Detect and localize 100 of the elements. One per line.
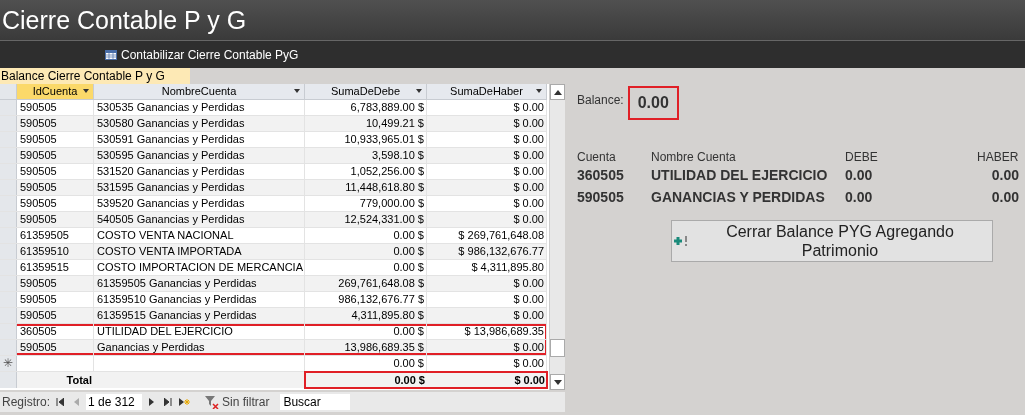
search-field[interactable]: Buscar	[280, 394, 351, 410]
add-icon	[674, 236, 688, 246]
last-record-icon[interactable]	[162, 395, 175, 409]
table-cell: 590505	[17, 276, 94, 291]
table-row[interactable]: 590505 531595 Ganancias y Perdidas 11,448,618.80 $ $ 0.00	[0, 180, 547, 196]
row-selector[interactable]	[0, 116, 17, 131]
table-cell: 0.00 $	[305, 244, 427, 259]
row-selector[interactable]	[0, 324, 17, 339]
table-cell: $ 0.00	[427, 356, 547, 371]
row-selector[interactable]	[0, 180, 17, 195]
select-all-corner[interactable]	[0, 84, 17, 99]
row-selector[interactable]	[0, 228, 17, 243]
table-cell: 590505	[17, 292, 94, 307]
table-cell: 0.00 $	[305, 356, 427, 371]
table-row[interactable]: 360505 UTILIDAD DEL EJERCICIO 0.00 $ $ 13,986,689.35	[0, 324, 547, 340]
record-label: Registro:	[2, 394, 51, 411]
balance-label: Balance:	[577, 92, 624, 109]
row-selector[interactable]	[0, 372, 17, 388]
table-cell: $ 0.00	[427, 292, 547, 307]
scroll-thumb[interactable]	[550, 339, 565, 357]
row-selector[interactable]	[0, 260, 17, 275]
table-cell: $ 0.00	[427, 148, 547, 163]
window-title: Cierre Contable P y G	[1, 7, 247, 33]
table-cell: $ 0.00	[427, 308, 547, 323]
row-selector[interactable]	[0, 308, 17, 323]
column-header[interactable]: IdCuenta	[17, 84, 94, 99]
table-row[interactable]: 590505 530591 Ganancias y Perdidas 10,933,965.01 $ $ 0.00	[0, 132, 547, 148]
table-cell: 3,598.10 $	[305, 148, 427, 163]
table-cell: 4,311,895.80 $	[305, 308, 427, 323]
close-balance-button[interactable]: Cerrar Balance PYG Agregando Patrimonio	[671, 220, 993, 262]
scroll-up-icon[interactable]	[550, 84, 565, 100]
table-cell: 61359505	[17, 228, 94, 243]
table-cell: 61359515 Ganancias y Perdidas	[94, 308, 305, 323]
table-cell: 0.00 $	[305, 260, 427, 275]
table-row[interactable]: 590505 61359510 Ganancias y Perdidas 986,132,676.77 $ $ 0.00	[0, 292, 547, 308]
table-cell: 530580 Ganancias y Perdidas	[94, 116, 305, 131]
contabilizar-button[interactable]: Contabilizar Cierre Contable PyG	[105, 45, 299, 64]
table-cell: $ 0.00	[427, 180, 547, 195]
table-row[interactable]: 590505 540505 Ganancias y Perdidas 12,524,331.00 $ $ 0.00	[0, 212, 547, 228]
new-record-row[interactable]: ✳ 0.00 $ $ 0.00	[0, 356, 547, 372]
table-row[interactable]: 61359510 COSTO VENTA IMPORTADA 0.00 $ $ 986,132,676.77	[0, 244, 547, 260]
table-cell: $ 986,132,676.77	[427, 244, 547, 259]
table-cell: 1,052,256.00 $	[305, 164, 427, 179]
table-cell: 539520 Ganancias y Perdidas	[94, 196, 305, 211]
total-haber: $ 0.00	[513, 373, 546, 388]
filter-button[interactable]: Sin filtrar	[202, 393, 273, 411]
record-position-field[interactable]: 1 de 312	[86, 394, 143, 410]
row-selector[interactable]	[0, 276, 17, 291]
table-cell: UTILIDAD DEL EJERCICIO	[94, 324, 305, 339]
table-row[interactable]: 61359515 COSTO IMPORTACION DE MERCANCIA 0.00 $ $ 4,311,895.80	[0, 260, 547, 276]
table-row[interactable]: 590505 539520 Ganancias y Perdidas 779,000.00 $ $ 0.00	[0, 196, 547, 212]
table-cell: $ 0.00	[427, 164, 547, 179]
scroll-down-icon[interactable]	[550, 374, 565, 390]
summary-cell-text: 590505	[577, 187, 625, 207]
column-header[interactable]: NombreCuenta	[94, 84, 305, 99]
table-row[interactable]: 590505 Ganancias y Perdidas 13,986,689.35 $ $ 0.00	[0, 340, 547, 356]
row-selector[interactable]	[0, 212, 17, 227]
row-selector[interactable]	[0, 292, 17, 307]
table-row[interactable]: 590505 61359505 Ganancias y Perdidas 269,761,648.08 $ $ 0.00	[0, 276, 547, 292]
table-cell: 590505	[17, 212, 94, 227]
row-selector[interactable]	[0, 196, 17, 211]
table-cell: 0.00 $	[305, 228, 427, 243]
table-cell: 590505	[17, 180, 94, 195]
table-cell: 590505	[17, 148, 94, 163]
table-cell: 530595 Ganancias y Perdidas	[94, 148, 305, 163]
row-selector[interactable]	[0, 148, 17, 163]
scrollbar[interactable]	[549, 84, 565, 390]
row-selector[interactable]	[0, 100, 17, 115]
table-row[interactable]: 590505 531520 Ganancias y Perdidas 1,052,256.00 $ $ 0.00	[0, 164, 547, 180]
summary-header: Nombre Cuenta	[651, 149, 737, 164]
row-selector[interactable]	[0, 164, 17, 179]
table-cell: 540505 Ganancias y Perdidas	[94, 212, 305, 227]
table-cell: 531595 Ganancias y Perdidas	[94, 180, 305, 195]
dropdown-icon[interactable]	[83, 89, 89, 93]
dropdown-icon[interactable]	[294, 89, 300, 93]
form-tab[interactable]: Balance Cierre Contable P y G	[0, 68, 190, 84]
summary-cell-text: GANANCIAS Y PERDIDAS	[651, 187, 826, 207]
new-record-icon[interactable]	[178, 395, 191, 409]
summary-cell-text: 0.00	[845, 187, 874, 207]
table-cell: COSTO VENTA NACIONAL	[94, 228, 305, 243]
table-row[interactable]: 61359505 COSTO VENTA NACIONAL 0.00 $ $ 269,761,648.08	[0, 228, 547, 244]
table-row[interactable]: 590505 61359515 Ganancias y Perdidas 4,311,895.80 $ $ 0.00	[0, 308, 547, 324]
table-row[interactable]: 590505 530535 Ganancias y Perdidas 6,783,889.00 $ $ 0.00	[0, 100, 547, 116]
table-row[interactable]: 590505 530595 Ganancias y Perdidas 3,598.10 $ $ 0.00	[0, 148, 547, 164]
table-cell: Ganancias y Perdidas	[94, 340, 305, 355]
dropdown-icon[interactable]	[416, 89, 422, 93]
column-header[interactable]: SumaDeHaber	[427, 84, 547, 99]
table-cell: 11,448,618.80 $	[305, 180, 427, 195]
dropdown-icon[interactable]	[536, 89, 542, 93]
summary-cell-text: 0.00	[845, 165, 874, 185]
table-cell: 590505	[17, 100, 94, 115]
column-header[interactable]: SumaDeDebe	[305, 84, 427, 99]
row-selector[interactable]	[0, 340, 17, 355]
first-record-icon[interactable]	[54, 395, 67, 409]
row-selector[interactable]	[0, 244, 17, 259]
balance-value: 0.00	[627, 86, 679, 120]
row-selector[interactable]	[0, 132, 17, 147]
table-row[interactable]: 590505 530580 Ganancias y Perdidas 10,499.21 $ $ 0.00	[0, 116, 547, 132]
table-cell: 590505	[17, 340, 94, 355]
table-cell: 530535 Ganancias y Perdidas	[94, 100, 305, 115]
